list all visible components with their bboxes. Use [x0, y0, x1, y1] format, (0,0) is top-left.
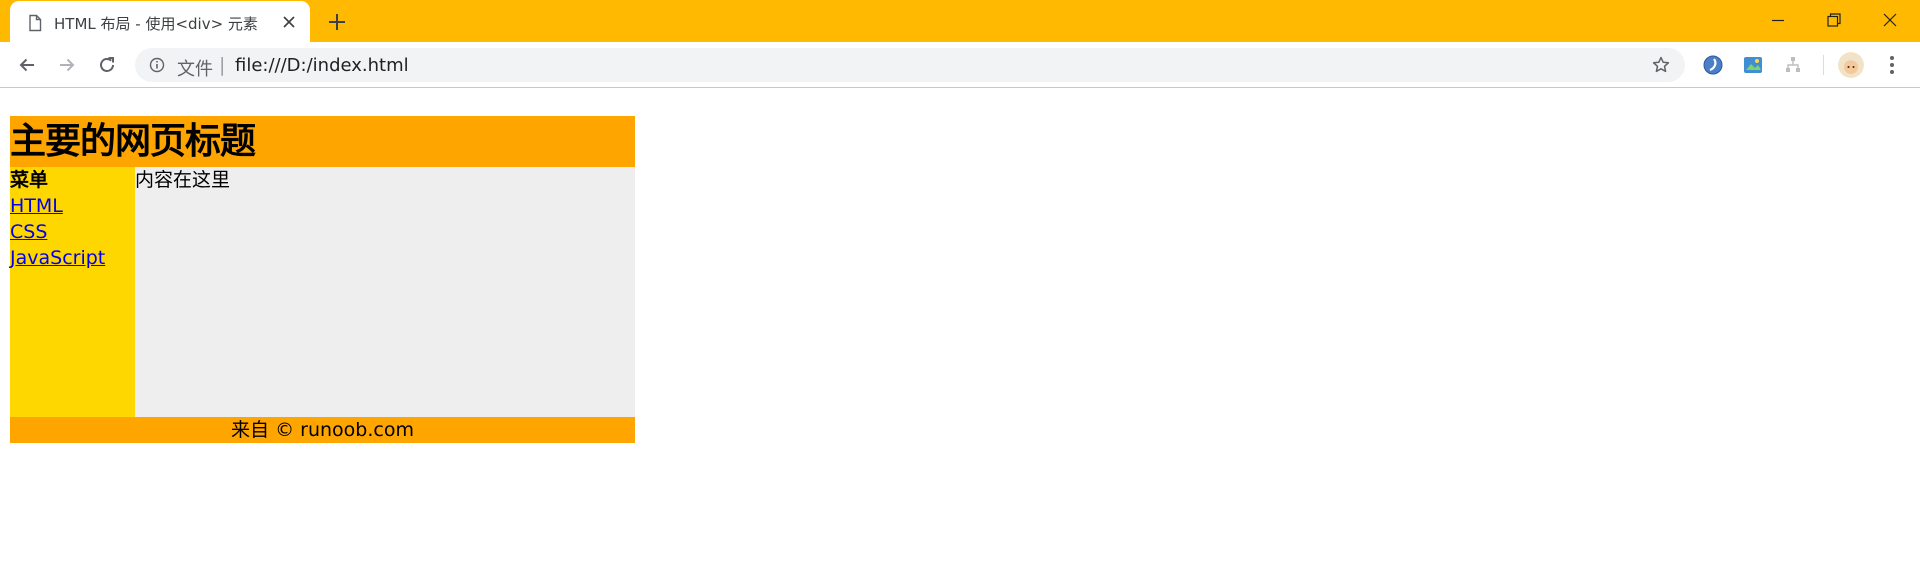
window-close-button[interactable] [1862, 0, 1918, 42]
close-icon[interactable] [280, 13, 298, 31]
page-title: 主要的网页标题 [10, 121, 256, 162]
scheme-separator: | [219, 54, 226, 76]
window-restore-button[interactable] [1806, 0, 1862, 42]
reload-button[interactable] [93, 51, 121, 79]
page-body: 菜单 HTML CSS JavaScript 内容在这里 [10, 167, 635, 417]
toolbar-divider [1823, 55, 1824, 75]
menu-heading: 菜单 [10, 169, 49, 191]
browser-toolbar: 文件 | file:///D:/index.html [0, 42, 1920, 88]
image-extension-icon[interactable] [1742, 54, 1764, 76]
page-container: 主要的网页标题 菜单 HTML CSS JavaScript 内容在这里 来自 … [10, 116, 635, 443]
forward-button[interactable] [53, 51, 81, 79]
page-viewport: 主要的网页标题 菜单 HTML CSS JavaScript 内容在这里 来自 … [0, 89, 1920, 580]
page-menu: 菜单 HTML CSS JavaScript [10, 167, 135, 417]
document-icon [26, 14, 44, 32]
info-icon[interactable] [149, 57, 165, 73]
plus-icon[interactable] [326, 11, 348, 33]
menu-link-javascript[interactable]: JavaScript [10, 245, 135, 271]
more-vertical-icon[interactable] [1882, 53, 1902, 77]
window-minimize-button[interactable] [1750, 0, 1806, 42]
page-content: 内容在这里 [135, 167, 635, 417]
browser-extension-icon[interactable] [1702, 54, 1724, 76]
tab-title: HTML 布局 - 使用<div> 元素 [54, 15, 258, 33]
star-icon[interactable] [1651, 55, 1671, 75]
menu-link-html[interactable]: HTML [10, 193, 135, 219]
menu-link-css[interactable]: CSS [10, 219, 135, 245]
page-footer: 来自 © runoob.com [10, 417, 635, 443]
url-text[interactable]: file:///D:/index.html [235, 55, 409, 76]
avatar-icon[interactable] [1838, 52, 1864, 78]
page-header: 主要的网页标题 [10, 116, 635, 167]
browser-tab-active[interactable]: HTML 布局 - 使用<div> 元素 [10, 1, 310, 42]
address-bar[interactable]: 文件 | file:///D:/index.html [135, 48, 1685, 82]
browser-title-bar: HTML 布局 - 使用<div> 元素 [0, 0, 1920, 42]
scheme-label: 文件 [177, 59, 213, 80]
back-button[interactable] [13, 51, 41, 79]
tree-extension-icon[interactable] [1782, 54, 1804, 76]
